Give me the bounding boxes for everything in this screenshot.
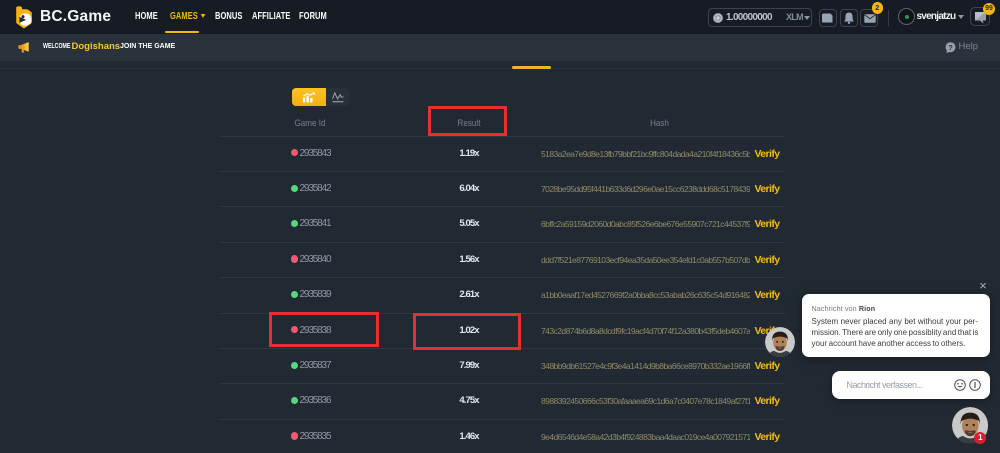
svg-text:?: ? — [948, 43, 953, 52]
